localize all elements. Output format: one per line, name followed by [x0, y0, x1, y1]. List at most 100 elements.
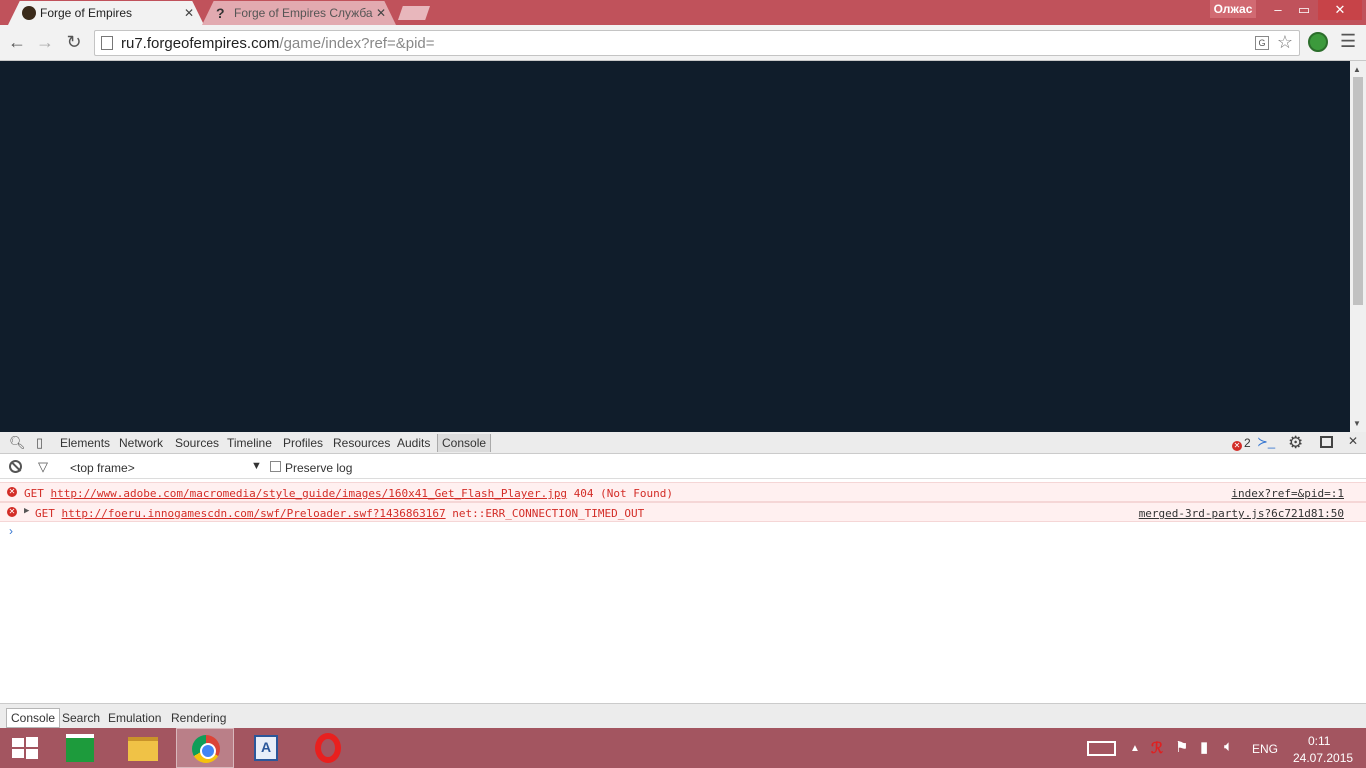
- tab-timeline[interactable]: Timeline: [227, 436, 272, 450]
- gear-icon[interactable]: ⚙: [1288, 433, 1303, 453]
- console-message: ✕ ▶ GET http://foeru.innogamescdn.com/sw…: [0, 502, 1366, 522]
- tab-resources[interactable]: Resources: [333, 436, 390, 450]
- logo-pane: [12, 749, 24, 758]
- frame-selector[interactable]: <top frame>: [70, 461, 135, 475]
- forward-button[interactable]: →: [34, 31, 56, 53]
- close-tab-icon[interactable]: ✕: [376, 6, 386, 20]
- tab-title: Forge of Empires Служба: [234, 6, 373, 20]
- title-bar: Forge of Empires ✕ ? Forge of Empires Сл…: [0, 0, 1366, 25]
- opera-icon: [315, 733, 341, 763]
- page-scrollbar[interactable]: ▲ ▼: [1350, 61, 1366, 432]
- drawer-tab-rendering[interactable]: Rendering: [171, 711, 226, 725]
- message-status: 404 (Not Found): [573, 487, 674, 500]
- logo-pane: [26, 737, 38, 747]
- windows-logo-icon: [12, 737, 38, 759]
- taskbar-explorer[interactable]: [112, 728, 170, 768]
- flag-icon[interactable]: ⚑: [1175, 738, 1188, 756]
- expand-triangle-icon[interactable]: ▶: [24, 506, 29, 516]
- clear-console-icon[interactable]: [9, 460, 22, 473]
- message-text: GET http://www.adobe.com/macromedia/styl…: [24, 487, 673, 500]
- language-indicator[interactable]: ENG: [1252, 742, 1278, 756]
- store-icon: [66, 734, 94, 762]
- message-source-link[interactable]: merged-3rd-party.js?6c721d81:50: [1139, 507, 1344, 520]
- tab-title: Forge of Empires: [40, 6, 133, 20]
- console-drawer-icon[interactable]: ≻_: [1257, 434, 1275, 450]
- tab-support[interactable]: ? Forge of Empires Служба ✕: [202, 1, 396, 25]
- document-icon: A: [254, 735, 278, 761]
- bookmark-star-icon[interactable]: ☆: [1277, 32, 1293, 53]
- url-host: ru7.forgeofempires.com: [121, 35, 280, 52]
- error-icon: ✕: [7, 487, 17, 497]
- forge-of-empires-icon: [22, 6, 36, 20]
- message-url-link[interactable]: http://foeru.innogamescdn.com/swf/Preloa…: [62, 507, 446, 520]
- message-text: GET http://foeru.innogamescdn.com/swf/Pr…: [35, 507, 644, 520]
- tab-network[interactable]: Network: [119, 436, 163, 450]
- antivirus-icon[interactable]: ℛ: [1151, 739, 1163, 757]
- error-counter[interactable]: ✕ 2: [1232, 436, 1251, 451]
- error-icon: ✕: [1232, 441, 1242, 451]
- inspect-search-icon[interactable]: 🔍︎: [9, 435, 26, 451]
- message-source-link[interactable]: index?ref=&pid=:1: [1231, 487, 1344, 500]
- devtools-tabbar: 🔍︎ ▯ Elements Network Sources Timeline P…: [0, 432, 1366, 454]
- browser-toolbar: ← → ↻ ru7.forgeofempires.com/game/index?…: [0, 25, 1366, 61]
- tab-audits[interactable]: Audits: [397, 436, 430, 450]
- tab-elements[interactable]: Elements: [60, 436, 110, 450]
- preserve-log-checkbox[interactable]: [270, 461, 281, 472]
- message-method: GET: [24, 487, 44, 500]
- console-filter-bar: ▽ <top frame> ▼ Preserve log: [0, 454, 1366, 479]
- show-hidden-icons-icon[interactable]: ▲: [1130, 743, 1140, 754]
- folder-icon: [128, 737, 158, 761]
- url-path: /game/index?ref=&pid=: [279, 35, 435, 52]
- scrollbar-thumb[interactable]: [1353, 77, 1363, 305]
- taskbar-store[interactable]: [50, 728, 108, 768]
- chrome-icon: [192, 735, 220, 763]
- chevron-down-icon[interactable]: ▼: [251, 460, 262, 472]
- message-method: GET: [35, 507, 55, 520]
- address-bar[interactable]: ru7.forgeofempires.com/game/index?ref=&p…: [94, 30, 1300, 56]
- clock-date[interactable]: 24.07.2015: [1293, 751, 1353, 765]
- error-count: 2: [1244, 436, 1251, 450]
- volume-icon[interactable]: 🔈︎: [1224, 738, 1233, 755]
- drawer-tab-search[interactable]: Search: [62, 711, 100, 725]
- device-mode-icon[interactable]: ▯: [36, 435, 43, 451]
- new-tab-button[interactable]: [398, 6, 430, 20]
- tab-forge-of-empires[interactable]: Forge of Empires ✕: [8, 1, 204, 25]
- back-button[interactable]: ←: [6, 31, 28, 53]
- drawer-tab-console[interactable]: Console: [6, 708, 61, 728]
- clock-time[interactable]: 0:11: [1308, 734, 1330, 748]
- page-icon: [101, 36, 113, 50]
- error-icon: ✕: [7, 507, 17, 517]
- tab-profiles[interactable]: Profiles: [283, 436, 323, 450]
- message-status: net::ERR_CONNECTION_TIMED_OUT: [452, 507, 645, 520]
- scroll-down-icon[interactable]: ▼: [1353, 419, 1361, 428]
- url-text[interactable]: ru7.forgeofempires.com/game/index?ref=&p…: [121, 35, 435, 52]
- console-prompt[interactable]: ›: [9, 524, 13, 538]
- close-tab-icon[interactable]: ✕: [184, 6, 194, 20]
- extension-icon[interactable]: [1308, 32, 1328, 52]
- tab-sources[interactable]: Sources: [175, 436, 219, 450]
- dock-side-icon[interactable]: [1320, 436, 1333, 448]
- taskbar-chrome[interactable]: [176, 728, 234, 768]
- menu-icon[interactable]: ☰: [1340, 31, 1356, 52]
- devtools-drawer-tabbar: Console Search Emulation Rendering: [0, 703, 1366, 728]
- scroll-up-icon[interactable]: ▲: [1353, 65, 1361, 74]
- drawer-tab-emulation[interactable]: Emulation: [108, 711, 161, 725]
- close-devtools-icon[interactable]: ✕: [1348, 434, 1358, 448]
- message-url-link[interactable]: http://www.adobe.com/macromedia/style_gu…: [51, 487, 568, 500]
- devtools-panel: 🔍︎ ▯ Elements Network Sources Timeline P…: [0, 432, 1366, 728]
- minimize-button[interactable]: –: [1266, 0, 1290, 20]
- profile-button[interactable]: Олжас: [1210, 0, 1256, 18]
- reload-button[interactable]: ↻: [63, 31, 85, 53]
- taskbar-opera[interactable]: [298, 728, 356, 768]
- keyboard-icon[interactable]: [1087, 741, 1116, 756]
- close-window-button[interactable]: ✕: [1318, 0, 1362, 20]
- tab-console[interactable]: Console: [437, 434, 492, 452]
- power-icon[interactable]: ▮: [1200, 738, 1208, 756]
- filter-icon[interactable]: ▽: [38, 459, 48, 475]
- maximize-button[interactable]: ▭: [1292, 0, 1316, 20]
- question-icon: ?: [216, 5, 225, 21]
- page-viewport[interactable]: [0, 61, 1350, 432]
- translate-icon[interactable]: G: [1255, 36, 1269, 50]
- taskbar-document[interactable]: A: [236, 728, 294, 768]
- logo-pane: [26, 749, 38, 759]
